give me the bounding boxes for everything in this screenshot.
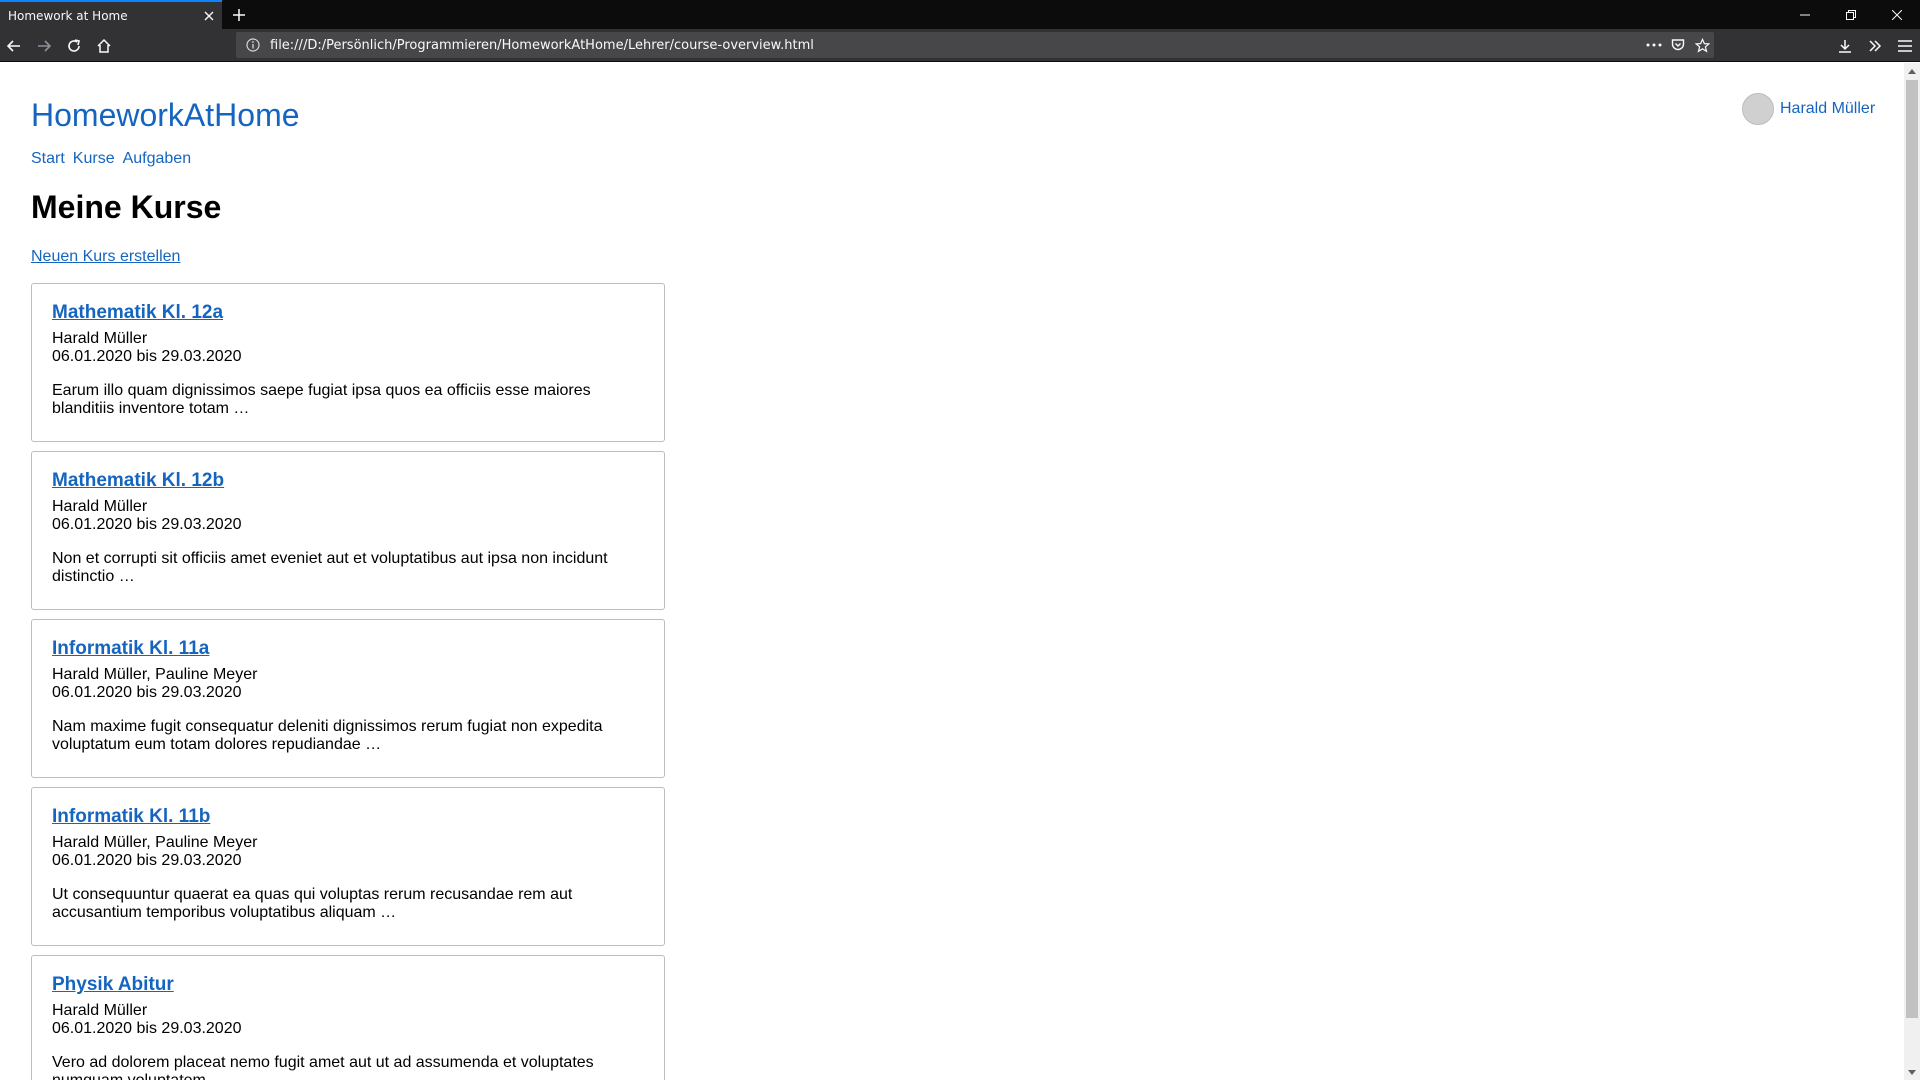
minimize-icon[interactable] [1782,0,1828,29]
back-arrow-icon[interactable] [0,32,28,60]
avatar[interactable] [1742,93,1774,125]
create-course-link[interactable]: Neuen Kurs erstellen [31,248,180,266]
course-teachers: Harald Müller [52,1002,148,1019]
course-title-link[interactable]: Physik Abitur [52,974,174,996]
course-dates: 06.01.2020 bis 29.03.2020 [52,684,242,701]
course-description: Earum illo quam dignissimos saepe fugiat… [52,382,591,417]
url-bar[interactable]: file:///D:/Persönlich/Programmieren/Home… [236,32,1714,58]
nav-link-start[interactable]: Start [31,150,65,168]
course-title-link[interactable]: Informatik Kl. 11b [52,806,210,828]
new-tab-icon[interactable] [226,2,252,28]
browser-titlebar: Homework at Home [0,0,1920,29]
course-teachers: Harald Müller, Pauline Meyer [52,834,258,851]
scrollbar-thumb[interactable] [1906,80,1918,1018]
tab-title: Homework at Home [8,8,128,23]
course-title-link[interactable]: Informatik Kl. 11a [52,638,209,660]
nav-link-kurse[interactable]: Kurse [73,150,115,168]
main-nav: Start Kurse Aufgaben [31,150,191,168]
course-title-link[interactable]: Mathematik Kl. 12a [52,302,223,324]
close-window-icon[interactable] [1874,0,1920,29]
browser-toolbar: file:///D:/Persönlich/Programmieren/Home… [0,29,1920,62]
course-card: Informatik Kl. 11b Harald Müller, Paulin… [31,787,665,946]
vertical-scrollbar[interactable] [1904,63,1920,1080]
forward-arrow-icon[interactable] [30,32,58,60]
course-description: Vero ad dolorem placeat nemo fugit amet … [52,1054,594,1080]
info-icon[interactable] [240,32,266,58]
user-name[interactable]: Harald Müller [1780,100,1875,118]
course-title-link[interactable]: Mathematik Kl. 12b [52,470,224,492]
course-dates: 06.01.2020 bis 29.03.2020 [52,348,242,365]
site-brand[interactable]: HomeworkAtHome [31,97,300,134]
home-icon[interactable] [90,32,118,60]
url-text: file:///D:/Persönlich/Programmieren/Home… [270,37,814,53]
course-description: Non et corrupti sit officiis amet evenie… [52,550,608,585]
restore-icon[interactable] [1828,0,1874,29]
course-dates: 06.01.2020 bis 29.03.2020 [52,1020,242,1037]
nav-link-aufgaben[interactable]: Aufgaben [123,150,192,168]
scroll-down-icon[interactable] [1904,1064,1920,1080]
bookmark-star-icon[interactable] [1690,33,1714,57]
page-title: Meine Kurse [31,189,222,225]
course-list: Mathematik Kl. 12a Harald Müller 06.01.2… [31,283,665,1080]
course-dates: 06.01.2020 bis 29.03.2020 [52,516,242,533]
course-description: Ut consequuntur quaerat ea quas qui volu… [52,886,573,921]
course-description: Nam maxime fugit consequatur deleniti di… [52,718,603,753]
user-menu[interactable]: Harald Müller [1742,93,1875,125]
window-controls [1782,0,1920,29]
page-viewport: HomeworkAtHome Start Kurse Aufgaben Hara… [0,63,1904,1080]
course-teachers: Harald Müller [52,330,148,347]
toolbar-right [1830,32,1920,60]
reload-icon[interactable] [60,32,88,60]
course-card: Mathematik Kl. 12b Harald Müller 06.01.2… [31,451,665,610]
course-teachers: Harald Müller, Pauline Meyer [52,666,258,683]
scroll-up-icon[interactable] [1904,63,1920,79]
pocket-icon[interactable] [1666,33,1690,57]
overflow-chevron-icon[interactable] [1860,32,1890,60]
close-tab-icon[interactable] [198,5,220,27]
page-actions-icon[interactable] [1642,33,1666,57]
course-card: Informatik Kl. 11a Harald Müller, Paulin… [31,619,665,778]
hamburger-menu-icon[interactable] [1890,32,1920,60]
browser-tab[interactable]: Homework at Home [0,0,222,29]
course-dates: 06.01.2020 bis 29.03.2020 [52,852,242,869]
course-card: Mathematik Kl. 12a Harald Müller 06.01.2… [31,283,665,442]
course-card: Physik Abitur Harald Müller 06.01.2020 b… [31,955,665,1080]
course-teachers: Harald Müller [52,498,148,515]
download-icon[interactable] [1830,32,1860,60]
